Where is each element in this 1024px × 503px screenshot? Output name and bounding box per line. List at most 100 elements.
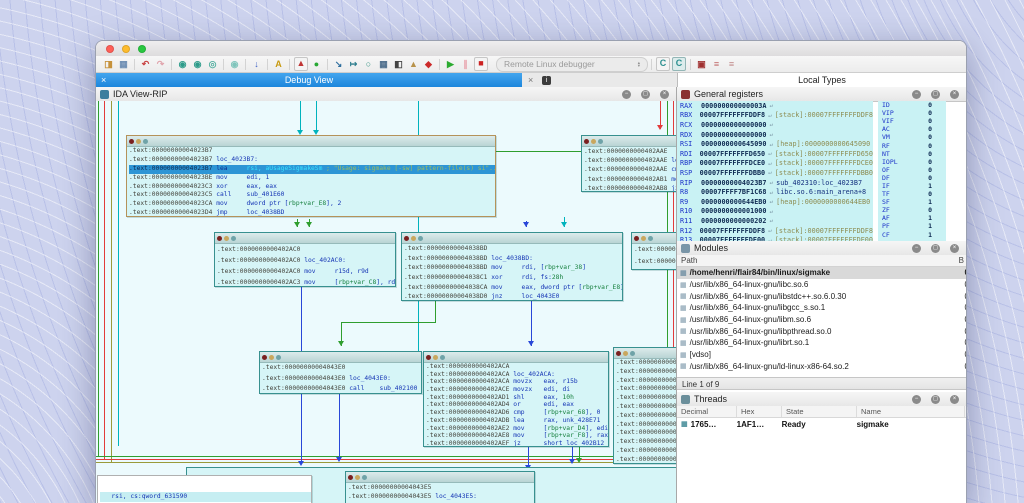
compile-c-icon[interactable]: C bbox=[656, 57, 670, 71]
code-line[interactable]: .text:00000000004023C5 call sub_401E60 bbox=[129, 191, 495, 200]
code-line[interactable]: .text:000000000040 bbox=[616, 412, 676, 421]
flag-row[interactable]: OF0 bbox=[878, 166, 940, 174]
jump-to-address-icon[interactable]: ↵ bbox=[769, 131, 773, 138]
node-color-icon[interactable] bbox=[404, 236, 409, 241]
register-row[interactable]: R90000000000644EB0↵[heap]:0000000000644E… bbox=[677, 197, 873, 207]
code-line[interactable]: .text:00000000004038D0 jnz loc_4043E0 bbox=[404, 292, 622, 301]
flag-row[interactable]: PF1 bbox=[878, 222, 940, 230]
code-line[interactable]: .text:00000000004038C1 xor rdi, fs:28h bbox=[404, 273, 622, 283]
flag-row[interactable]: CF1 bbox=[878, 231, 940, 239]
code-line[interactable]: .text:000000000040 bbox=[616, 368, 676, 377]
jump-to-address-icon[interactable]: ↵ bbox=[769, 141, 773, 148]
code-line[interactable]: .text:0000000000402AD1 shl eax, 10h bbox=[426, 394, 608, 402]
rename-icon[interactable]: A bbox=[272, 58, 285, 71]
node-title-bar[interactable] bbox=[582, 136, 676, 147]
code-line[interactable]: .text:00000000004023B7 loc_4023B7: bbox=[129, 156, 495, 165]
register-row[interactable]: RBX00007FFFFFFFDDF8↵[stack]:00007FFFFFFF… bbox=[677, 111, 873, 121]
register-value[interactable]: 00007FFFFFFFDDF8 bbox=[700, 227, 765, 235]
code-line[interactable]: .text:0000000000402AB1 mov bbox=[584, 175, 676, 184]
code-line[interactable]: rsi, cs:qword_631590 bbox=[100, 492, 311, 502]
code-line[interactable]: .text:0000000000402AAE bbox=[584, 147, 676, 156]
register-row[interactable]: RIP00000000004023B7↵sub_402310:loc_4023B… bbox=[677, 178, 873, 188]
float-button[interactable]: ◻ bbox=[931, 90, 940, 99]
close-button[interactable]: × bbox=[950, 244, 959, 253]
node-group-icon[interactable] bbox=[641, 236, 646, 241]
breakpoints-panel-icon[interactable]: ▣ bbox=[695, 58, 708, 71]
process-options-icon[interactable]: ◧ bbox=[392, 58, 405, 71]
node-clip-right-mid[interactable]: .text:00000.text:00000 bbox=[631, 232, 676, 270]
code-line[interactable]: .text:0000000000402AB8 jz bbox=[584, 184, 676, 192]
code-line[interactable]: .text:0000000000402AC0 bbox=[217, 244, 395, 255]
code-line[interactable]: .text:0000000000402ADB lea rax, unk_428E… bbox=[426, 417, 608, 425]
float-button[interactable]: ◻ bbox=[641, 90, 650, 99]
jump-to-address-icon[interactable]: ↵ bbox=[768, 169, 772, 176]
module-row[interactable]: ▦/usr/lib/x86_64-linux-gnu/libstdc++.so.… bbox=[677, 290, 966, 302]
compile-c-active-icon[interactable]: C bbox=[672, 57, 686, 71]
float-button[interactable]: ◻ bbox=[931, 244, 940, 253]
node-4038BD[interactable]: .text:00000000004038BD.text:000000000040… bbox=[401, 232, 623, 301]
node-color-icon[interactable] bbox=[634, 236, 639, 241]
ida-view-header[interactable]: IDA View-RIP −◻× bbox=[96, 87, 676, 102]
minimize-button[interactable]: − bbox=[912, 244, 921, 253]
node-4023B7[interactable]: .text:00000000004023B7.text:000000000040… bbox=[126, 135, 496, 217]
code-line[interactable]: .text:0000000000402AC3 mov [rbp+var_C8],… bbox=[217, 277, 395, 287]
node-pin-icon[interactable] bbox=[143, 139, 148, 144]
register-row[interactable]: RDX0000000000000000↵ bbox=[677, 130, 873, 140]
threads-col-hex[interactable]: Hex bbox=[737, 406, 782, 417]
code-line[interactable]: .text:00000000004023B7 bbox=[129, 147, 495, 156]
code-line[interactable]: .text:0000000000402ACA loc_402ACA: bbox=[426, 371, 608, 379]
register-row[interactable]: R100000000000001000↵ bbox=[677, 207, 873, 217]
open-file-icon[interactable]: ◨ bbox=[102, 58, 115, 71]
jump-to-address-icon[interactable]: ↵ bbox=[769, 217, 773, 224]
flag-row[interactable]: ZF0 bbox=[878, 206, 940, 214]
module-row[interactable]: ▦/usr/lib/x86_64-linux-gnu/libm.so.60 bbox=[677, 314, 966, 326]
snapshot-icon[interactable]: ▲ bbox=[407, 58, 420, 71]
code-line[interactable]: .text:0000000000402AC0 mov r15d, r9d bbox=[217, 266, 395, 277]
node-group-icon[interactable] bbox=[136, 139, 141, 144]
jump-to-address-icon[interactable]: ↵ bbox=[768, 227, 772, 234]
registers-list[interactable]: RAX000000000000003A↵RBX00007FFFFFFFDDF8↵… bbox=[677, 101, 873, 241]
jump-operand-icon[interactable]: ↓ bbox=[250, 58, 263, 71]
module-row[interactable]: ▦/home/henri/flair84/bin/linux/sigmake0 bbox=[677, 267, 966, 279]
node-qword-631590[interactable]: rsi, cs:qword_631590 bbox=[97, 475, 312, 503]
code-line[interactable]: .text:0000000000402AAE loc_402AAE: bbox=[584, 156, 676, 165]
code-line[interactable]: .text:00000 bbox=[634, 244, 676, 256]
close-button[interactable]: × bbox=[950, 90, 959, 99]
module-row[interactable]: ▦/usr/lib/x86_64-linux-gnu/ld-linux-x86-… bbox=[677, 361, 966, 373]
node-pin-icon[interactable] bbox=[418, 236, 423, 241]
jump-to-address-icon[interactable]: ↵ bbox=[769, 208, 773, 215]
modules-col-path[interactable]: Path bbox=[681, 256, 697, 265]
stop-process-icon[interactable]: ■ bbox=[474, 57, 488, 71]
minimize-button[interactable]: − bbox=[622, 90, 631, 99]
flag-row[interactable]: VM0 bbox=[878, 133, 940, 141]
threads-col-name[interactable]: Name bbox=[857, 406, 965, 417]
register-value[interactable]: 0000000000001000 bbox=[701, 207, 766, 215]
node-402ACA[interactable]: .text:0000000000402ACA.text:000000000040… bbox=[423, 351, 609, 447]
minimize-window-button[interactable] bbox=[122, 45, 130, 53]
flag-row[interactable]: VIF0 bbox=[878, 117, 940, 125]
breakpoint-list-icon[interactable]: ▲ bbox=[294, 57, 308, 71]
debugger-select[interactable]: Remote Linux debugger ▴▾ bbox=[496, 57, 648, 72]
code-line[interactable]: .text:0000000000402AD4 or edi, eax bbox=[426, 401, 608, 409]
tab-debug-view[interactable]: × Debug View bbox=[96, 73, 522, 87]
code-line[interactable]: .text:000000000040 bbox=[616, 447, 676, 456]
register-row[interactable]: RBP00007FFFFFFFDCE0↵[stack]:00007FFFFFFF… bbox=[677, 159, 873, 169]
code-line[interactable]: .text:0000000000402AD6 cmp [rbp+var_68],… bbox=[426, 409, 608, 417]
flag-row[interactable]: RF0 bbox=[878, 141, 940, 149]
code-line[interactable]: .text:00000000004043E0 call sub_402100 bbox=[262, 384, 421, 394]
register-value[interactable]: 0000000000000202 bbox=[701, 217, 766, 225]
register-value[interactable]: 0000000000645090 bbox=[701, 140, 766, 148]
code-line[interactable]: .text:0000000000402ACA movzx eax, r15b bbox=[426, 378, 608, 386]
start-process-icon[interactable]: ▶ bbox=[444, 58, 457, 71]
node-group-icon[interactable] bbox=[411, 236, 416, 241]
register-row[interactable]: R1200007FFFFFFFDDF8↵[stack]:00007FFFFFFF… bbox=[677, 226, 873, 236]
register-value[interactable]: 0000000000644EB0 bbox=[701, 198, 766, 206]
code-line[interactable]: .text:00000000004043E5 loc_4043E5: bbox=[348, 492, 534, 501]
node-color-icon[interactable] bbox=[616, 351, 621, 356]
code-line[interactable]: .text:0000000000402AEF jz short loc_402B… bbox=[426, 440, 608, 447]
run-until-return-icon[interactable]: ○ bbox=[362, 58, 375, 71]
node-pin-icon[interactable] bbox=[648, 236, 653, 241]
node-pin-icon[interactable] bbox=[231, 236, 236, 241]
code-line[interactable]: .text:0000000000402ACA bbox=[426, 363, 608, 371]
register-value[interactable]: 00007FFFFFFFD650 bbox=[700, 150, 765, 158]
